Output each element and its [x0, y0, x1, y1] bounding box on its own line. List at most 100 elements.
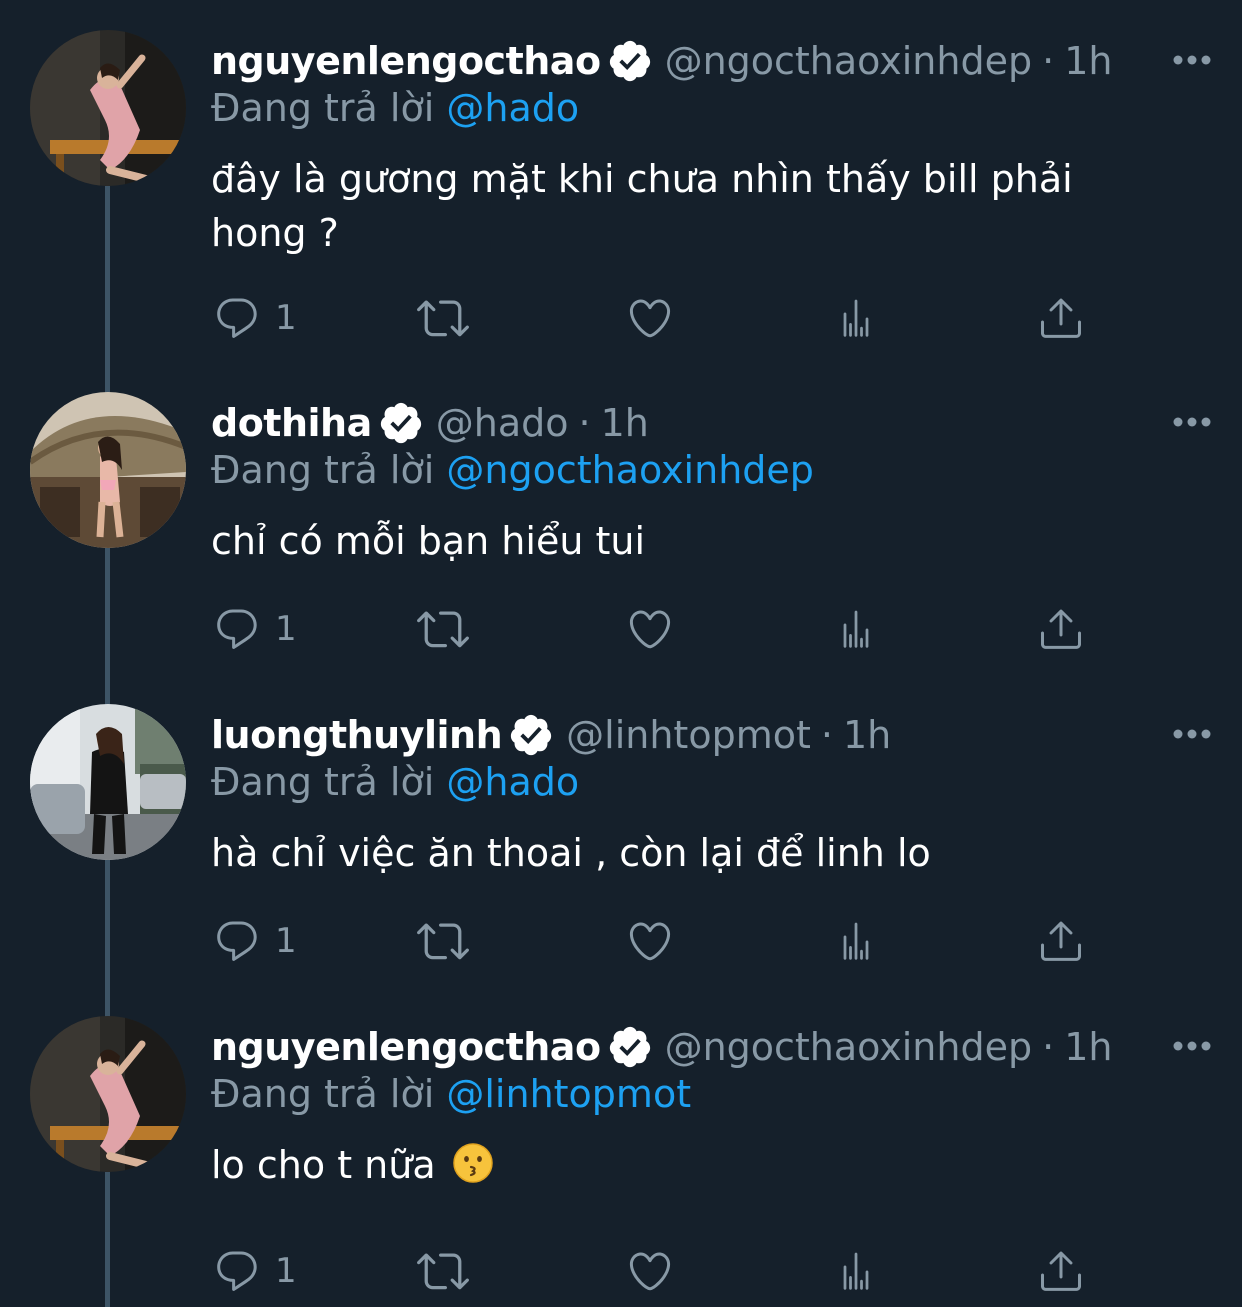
tweet-text-line: hong ?: [211, 211, 339, 255]
like-icon: [629, 1252, 671, 1291]
share-button[interactable]: [1037, 293, 1085, 343]
display-name[interactable]: dothiha: [211, 401, 372, 445]
timestamp[interactable]: 1h: [601, 401, 649, 445]
like-button[interactable]: [626, 293, 674, 343]
more-options-icon[interactable]: [1172, 52, 1212, 66]
replying-to-label: Đang trả lời: [211, 760, 435, 804]
retweet-icon: [417, 1253, 469, 1290]
tweet-text-line: hà chỉ việc ăn thoai , còn lại để linh l…: [211, 831, 931, 875]
analytics-button[interactable]: [834, 604, 878, 654]
replying-to-label: Đang trả lời: [211, 1072, 435, 1116]
reply-button[interactable]: 1: [213, 293, 297, 343]
avatar[interactable]: [30, 30, 186, 186]
avatar[interactable]: [30, 392, 186, 548]
like-button[interactable]: [626, 1246, 674, 1296]
like-icon: [629, 610, 671, 649]
analytics-icon: [843, 1252, 869, 1290]
display-name[interactable]: luongthuylinh: [211, 713, 503, 757]
reply-button[interactable]: 1: [213, 604, 297, 654]
analytics-icon: [843, 299, 869, 337]
avatar[interactable]: [30, 1016, 186, 1172]
tweet-text: đây là gương mặt khi chưa nhìn thấy bill…: [211, 152, 1171, 260]
avatar[interactable]: [30, 704, 186, 860]
reply-count: 1: [275, 298, 297, 338]
replying-to-label: Đang trả lời: [211, 86, 435, 130]
timestamp[interactable]: 1h: [1064, 39, 1112, 83]
tweet[interactable]: nguyenlengocthao @ngocthaoxinhdep · 1h Đ…: [0, 30, 1242, 350]
retweet-button[interactable]: [417, 916, 469, 966]
retweet-button[interactable]: [417, 1246, 469, 1296]
tweet-text: chỉ có mỗi bạn hiểu tui: [211, 514, 1171, 568]
separator-dot: ·: [1042, 1025, 1055, 1069]
replying-to: Đang trả lời @hado: [211, 760, 579, 804]
reply-button[interactable]: 1: [213, 916, 297, 966]
tweet-text-line: chỉ có mỗi bạn hiểu tui: [211, 519, 646, 563]
share-icon: [1041, 921, 1081, 961]
tweet-actions: 1: [0, 1246, 1242, 1296]
verified-badge-icon: [508, 712, 554, 758]
reply-mention-link[interactable]: @linhtopmot: [446, 1072, 691, 1116]
reply-count: 1: [275, 1251, 297, 1291]
like-button[interactable]: [626, 916, 674, 966]
retweet-icon: [417, 923, 469, 960]
more-options-icon[interactable]: [1172, 726, 1212, 740]
display-name[interactable]: nguyenlengocthao: [211, 1025, 601, 1069]
user-handle[interactable]: @ngocthaoxinhdep: [665, 1025, 1033, 1069]
timestamp[interactable]: 1h: [843, 713, 891, 757]
analytics-button[interactable]: [834, 916, 878, 966]
display-name[interactable]: nguyenlengocthao: [211, 39, 601, 83]
reply-mention-link[interactable]: @hado: [446, 760, 579, 804]
replying-to: Đang trả lời @ngocthaoxinhdep: [211, 448, 814, 492]
verified-badge-icon: [607, 1024, 653, 1070]
analytics-button[interactable]: [834, 293, 878, 343]
replying-to: Đang trả lời @linhtopmot: [211, 1072, 691, 1116]
reply-count: 1: [275, 921, 297, 961]
share-icon: [1041, 609, 1081, 649]
user-handle[interactable]: @hado: [436, 401, 569, 445]
verified-badge-icon: [607, 38, 653, 84]
reply-icon: [217, 921, 257, 961]
more-options-icon[interactable]: [1172, 1038, 1212, 1052]
reply-mention-link[interactable]: @hado: [446, 86, 579, 130]
tweet-text-content: lo cho t nữa: [211, 1143, 436, 1187]
tweet-text-line: đây là gương mặt khi chưa nhìn thấy bill…: [211, 157, 1073, 201]
tweet[interactable]: nguyenlengocthao @ngocthaoxinhdep · 1h Đ…: [0, 1016, 1242, 1307]
tweet-text-line: lo cho t nữa: [211, 1138, 1171, 1192]
tweet[interactable]: dothiha @hado · 1h Đang trả lời @ngoctha…: [0, 392, 1242, 682]
replying-to: Đang trả lời @hado: [211, 86, 579, 130]
reply-icon: [217, 298, 257, 338]
like-icon: [629, 299, 671, 338]
reply-icon: [217, 609, 257, 649]
like-button[interactable]: [626, 604, 674, 654]
timestamp[interactable]: 1h: [1064, 1025, 1112, 1069]
separator-dot: ·: [578, 401, 591, 445]
user-handle[interactable]: @ngocthaoxinhdep: [665, 39, 1033, 83]
tweet-text: lo cho t nữa: [211, 1138, 1171, 1192]
reply-mention-link[interactable]: @ngocthaoxinhdep: [446, 448, 814, 492]
tweet-actions: 1: [0, 916, 1242, 966]
tweet-actions: 1: [0, 293, 1242, 343]
share-button[interactable]: [1037, 1246, 1085, 1296]
user-handle[interactable]: @linhtopmot: [566, 713, 811, 757]
share-icon: [1041, 298, 1081, 338]
separator-dot: ·: [1042, 39, 1055, 83]
reply-icon: [217, 1251, 257, 1291]
more-options-icon[interactable]: [1172, 414, 1212, 428]
verified-badge-icon: [378, 400, 424, 446]
retweet-button[interactable]: [417, 604, 469, 654]
analytics-button[interactable]: [834, 1246, 878, 1296]
retweet-icon: [417, 300, 469, 337]
analytics-icon: [843, 922, 869, 960]
analytics-icon: [843, 610, 869, 648]
share-button[interactable]: [1037, 604, 1085, 654]
retweet-icon: [417, 611, 469, 648]
retweet-button[interactable]: [417, 293, 469, 343]
tweet[interactable]: luongthuylinh @linhtopmot · 1h Đang trả …: [0, 704, 1242, 994]
separator-dot: ·: [820, 713, 833, 757]
kissing-face-emoji: [452, 1142, 494, 1184]
tweet-actions: 1: [0, 604, 1242, 654]
reply-button[interactable]: 1: [213, 1246, 297, 1296]
share-button[interactable]: [1037, 916, 1085, 966]
share-icon: [1041, 1251, 1081, 1291]
like-icon: [629, 922, 671, 961]
